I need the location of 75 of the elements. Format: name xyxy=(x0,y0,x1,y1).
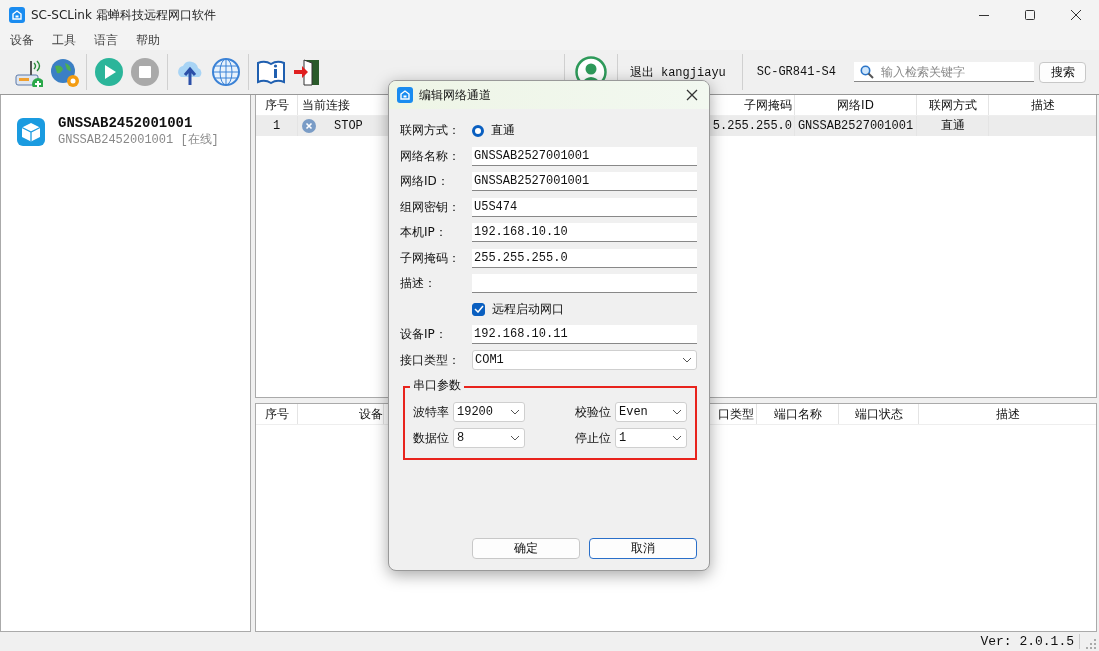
device-status: GNSSAB2452001001 [在线] xyxy=(58,132,219,148)
dropdown[interactable]: 19200 xyxy=(453,402,525,422)
radio-button[interactable]: 直通 xyxy=(472,122,515,140)
device-model: SC-GR841-S4 xyxy=(755,65,837,79)
table-cell: GNSSAB2527001001 xyxy=(795,116,917,136)
close-icon[interactable] xyxy=(685,88,699,102)
column-header[interactable]: 描述 xyxy=(919,404,1096,424)
field-label: 本机IP： xyxy=(400,224,448,242)
table-cell: 直通 xyxy=(917,116,989,136)
column-header[interactable]: 网络ID xyxy=(795,95,917,115)
field-label: 网络ID： xyxy=(400,173,450,191)
menu-item[interactable]: 帮助 xyxy=(136,31,168,49)
search-button[interactable]: 搜索 xyxy=(1039,61,1086,83)
group-title: 串口参数 xyxy=(410,377,464,394)
input-field[interactable]: GNSSAB2527001001 xyxy=(472,146,697,166)
field-label: 描述： xyxy=(400,275,437,293)
status-text: STOP xyxy=(334,118,363,135)
stop-status-icon xyxy=(302,119,316,133)
input-field[interactable]: 192.168.10.11 xyxy=(472,325,697,345)
search-icon xyxy=(860,64,874,79)
field-label: 网络名称： xyxy=(400,147,461,165)
logout-link[interactable]: 退出 kangjiayu xyxy=(621,63,738,81)
window-title: SC-SCLink 霜蝉科技远程网口软件 xyxy=(31,6,216,24)
checkbox[interactable]: 远程启动网口 xyxy=(472,300,564,318)
field-label: 子网掩码： xyxy=(400,249,461,267)
chevron-down-icon xyxy=(510,409,520,415)
column-header[interactable]: 端口状态 xyxy=(839,404,919,424)
chevron-down-icon xyxy=(672,435,682,441)
input-field[interactable]: U5S474 xyxy=(472,197,697,217)
input-field[interactable] xyxy=(472,274,697,294)
dialog-button[interactable]: 取消 xyxy=(589,538,697,559)
field-label: 停止位 xyxy=(575,429,611,447)
play-icon[interactable] xyxy=(94,57,124,87)
exit-door-icon[interactable] xyxy=(292,57,322,87)
menu-item[interactable]: 工具 xyxy=(52,31,84,49)
search-field[interactable]: 输入检索关键字 xyxy=(854,62,1034,82)
dropdown[interactable]: 8 xyxy=(453,428,525,448)
checkmark-icon xyxy=(473,305,484,314)
field-label: 联网方式： xyxy=(400,122,461,140)
column-header[interactable]: 设备 xyxy=(298,404,384,424)
table-cell: 1 xyxy=(256,116,298,136)
dialog-button[interactable]: 确定 xyxy=(472,538,580,559)
dropdown[interactable]: Even xyxy=(615,402,687,422)
device-name[interactable]: GNSSAB2452001001 xyxy=(58,115,219,131)
column-header[interactable]: 联网方式 xyxy=(917,95,989,115)
device-cube-icon[interactable] xyxy=(16,116,46,147)
input-field[interactable]: 192.168.10.10 xyxy=(472,223,697,243)
app-icon xyxy=(397,87,413,103)
chevron-down-icon xyxy=(682,357,692,364)
column-header[interactable]: 序号 xyxy=(256,95,298,115)
field-label: 校验位 xyxy=(575,403,611,421)
input-field[interactable]: GNSSAB2527001001 xyxy=(472,172,697,192)
app-icon xyxy=(9,7,25,23)
menu-item[interactable]: 设备 xyxy=(10,31,42,49)
column-header[interactable]: 端口名称 xyxy=(757,404,839,424)
field-label: 数据位 xyxy=(413,429,449,447)
column-header[interactable]: 描述 xyxy=(989,95,1096,115)
globe-gear-icon[interactable] xyxy=(49,57,79,87)
column-header[interactable]: 序号 xyxy=(256,404,298,424)
resize-grip-icon xyxy=(1086,638,1096,649)
dropdown[interactable]: 1 xyxy=(615,428,687,448)
field-label: 组网密钥： xyxy=(400,198,461,216)
field-label: 波特率 xyxy=(413,403,449,421)
dialog-title: 编辑网络通道 xyxy=(419,86,491,104)
field-label: 接口类型： xyxy=(400,351,461,369)
dropdown[interactable]: COM1 xyxy=(472,350,697,371)
globe-icon[interactable] xyxy=(211,57,241,87)
stop-icon[interactable] xyxy=(130,57,160,87)
input-field[interactable]: 255.255.255.0 xyxy=(472,248,697,268)
field-label: 设备IP： xyxy=(400,326,448,344)
menu-item[interactable]: 语言 xyxy=(94,31,126,49)
version-label: Ver: 2.0.1.5 xyxy=(980,634,1080,649)
search-input[interactable]: 输入检索关键字 xyxy=(881,64,1021,79)
chevron-down-icon xyxy=(672,409,682,415)
chevron-down-icon xyxy=(510,435,520,441)
